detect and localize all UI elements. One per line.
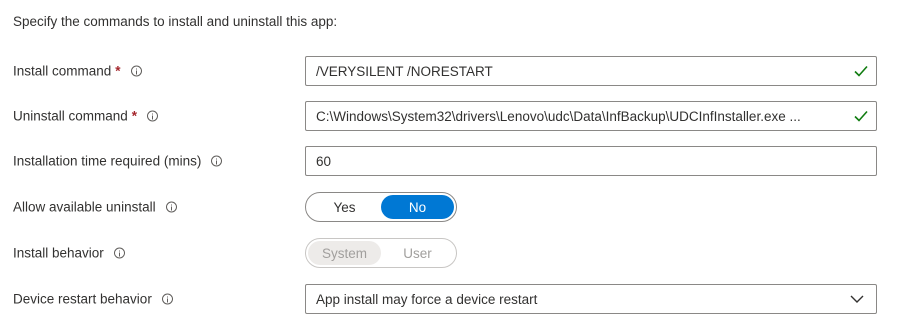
uninstall-command-value: C:\Windows\System32\drivers\Lenovo\udc\D… xyxy=(316,108,801,124)
install-command-row: Install command * /VERYSILENT /NORESTART xyxy=(0,56,897,86)
checkmark-icon xyxy=(854,110,868,122)
info-icon[interactable] xyxy=(113,247,125,259)
toggle-option-yes[interactable]: Yes xyxy=(308,195,381,219)
install-command-label: Install command xyxy=(13,63,112,79)
device-restart-label-group: Device restart behavior xyxy=(13,292,173,307)
toggle-option-user: User xyxy=(403,245,432,261)
installation-time-input[interactable]: 60 xyxy=(305,146,877,176)
info-icon[interactable] xyxy=(130,65,142,77)
section-intro: Specify the commands to install and unin… xyxy=(13,14,338,29)
device-restart-dropdown[interactable]: App install may force a device restart xyxy=(305,284,877,314)
info-icon[interactable] xyxy=(147,110,159,122)
install-behavior-row: Install behavior System User xyxy=(0,238,897,268)
required-marker: * xyxy=(131,108,138,124)
allow-uninstall-row: Allow available uninstall Yes No xyxy=(0,192,897,222)
install-command-label-group: Install command * xyxy=(13,64,142,79)
uninstall-command-input[interactable]: C:\Windows\System32\drivers\Lenovo\udc\D… xyxy=(305,101,877,131)
allow-uninstall-label: Allow available uninstall xyxy=(13,199,156,215)
install-behavior-toggle: System User xyxy=(305,238,457,268)
allow-uninstall-label-group: Allow available uninstall xyxy=(13,200,177,215)
device-restart-row: Device restart behavior App install may … xyxy=(0,284,897,314)
info-icon[interactable] xyxy=(161,293,173,305)
install-behavior-label: Install behavior xyxy=(13,245,104,261)
info-icon[interactable] xyxy=(211,155,223,167)
uninstall-command-row: Uninstall command * C:\Windows\System32\… xyxy=(0,101,897,131)
info-icon[interactable] xyxy=(165,201,177,213)
checkmark-icon xyxy=(854,65,868,77)
device-restart-label: Device restart behavior xyxy=(13,291,152,307)
installation-time-label: Installation time required (mins) xyxy=(13,153,202,169)
toggle-option-system: System xyxy=(308,241,381,265)
required-marker: * xyxy=(115,63,121,79)
install-command-input[interactable]: /VERYSILENT /NORESTART xyxy=(305,56,877,86)
installation-time-value: 60 xyxy=(316,153,332,169)
toggle-option-no[interactable]: No xyxy=(381,195,454,219)
installation-time-row: Installation time required (mins) 60 xyxy=(0,146,897,176)
device-restart-value: App install may force a device restart xyxy=(316,291,538,307)
uninstall-command-label-group: Uninstall command * xyxy=(13,108,159,124)
chevron-down-icon[interactable] xyxy=(850,295,864,304)
install-command-value: /VERYSILENT /NORESTART xyxy=(316,63,493,79)
uninstall-command-label: Uninstall command xyxy=(13,108,128,124)
allow-uninstall-toggle[interactable]: Yes No xyxy=(305,192,457,222)
install-behavior-label-group: Install behavior xyxy=(13,246,125,261)
installation-time-label-group: Installation time required (mins) xyxy=(13,153,223,169)
